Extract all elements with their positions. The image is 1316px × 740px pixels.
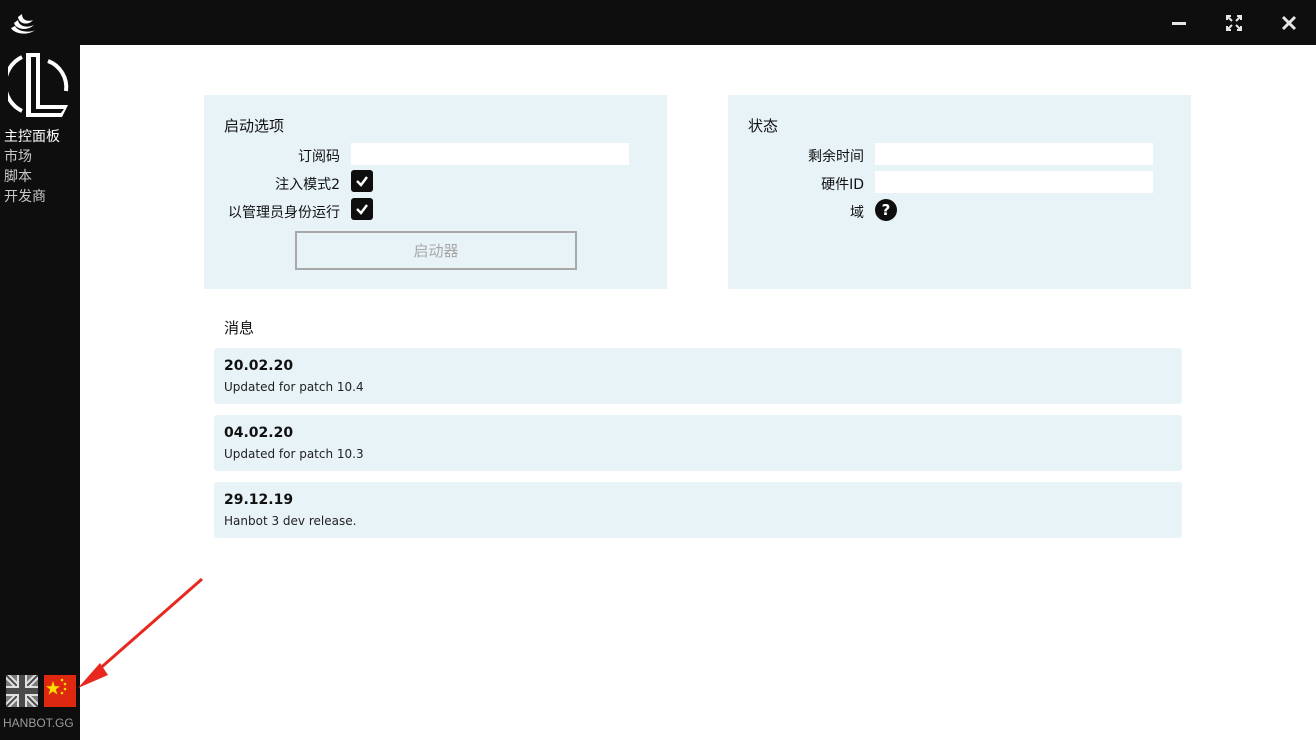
sidebar-item-dashboard[interactable]: 主控面板 [4, 127, 60, 147]
footer-brand[interactable]: HANBOT.GG [3, 716, 74, 730]
remaining-time-field [875, 143, 1153, 165]
news-title: 消息 [224, 319, 255, 337]
remaining-time-label: 剩余时间 [808, 149, 864, 165]
launch-button[interactable]: 启动器 [295, 231, 577, 270]
news-item: 29.12.19 Hanbot 3 dev release. [214, 482, 1182, 538]
domain-label: 域 [850, 205, 864, 221]
panel-title: 状态 [748, 117, 779, 135]
uk-flag-icon[interactable] [3, 672, 41, 710]
hwid-label: 硬件ID [821, 177, 864, 193]
sidebar: 主控面板 市场 脚本 开发商 HANBOT.GG [0, 45, 80, 740]
run-as-admin-label: 以管理员身份运行 [228, 205, 340, 221]
checkmark-icon [356, 204, 368, 215]
run-as-admin-checkbox[interactable] [351, 198, 373, 220]
panel-title: 启动选项 [224, 117, 285, 135]
maximize-icon [1226, 15, 1242, 31]
news-date: 29.12.19 [224, 492, 294, 508]
close-icon [1281, 15, 1297, 31]
minimize-icon [1172, 22, 1186, 25]
news-text: Updated for patch 10.3 [224, 447, 364, 461]
sidebar-item-scripts[interactable]: 脚本 [4, 167, 60, 187]
main-content: 启动选项 订阅码 注入模式2 以管理员身份运行 启动器 状态 剩余时间 硬件ID… [80, 45, 1316, 740]
news-item: 04.02.20 Updated for patch 10.3 [214, 415, 1182, 471]
league-logo-icon [3, 51, 74, 121]
hwid-field [875, 171, 1153, 193]
maximize-button[interactable] [1219, 8, 1249, 38]
minimize-button[interactable] [1164, 8, 1194, 38]
news-text: Updated for patch 10.4 [224, 380, 364, 394]
inject-mode-label: 注入模式2 [275, 177, 340, 193]
launch-options-panel: 启动选项 订阅码 注入模式2 以管理员身份运行 启动器 [204, 95, 667, 289]
sidebar-nav: 主控面板 市场 脚本 开发商 [4, 127, 60, 207]
news-item: 20.02.20 Updated for patch 10.4 [214, 348, 1182, 404]
news-text: Hanbot 3 dev release. [224, 514, 357, 528]
news-date: 04.02.20 [224, 425, 294, 441]
inject-mode-checkbox[interactable] [351, 170, 373, 192]
status-panel: 状态 剩余时间 硬件ID 域 ? [728, 95, 1191, 289]
sidebar-item-market[interactable]: 市场 [4, 147, 60, 167]
news-date: 20.02.20 [224, 358, 294, 374]
swirl-logo-icon [8, 8, 38, 38]
help-icon[interactable]: ? [875, 199, 897, 221]
sidebar-item-developers[interactable]: 开发商 [4, 187, 60, 207]
close-button[interactable] [1274, 8, 1304, 38]
subscription-input[interactable] [351, 143, 629, 165]
subscription-label: 订阅码 [298, 149, 340, 165]
china-flag-icon[interactable] [44, 675, 76, 707]
title-bar [0, 0, 1316, 45]
checkmark-icon [356, 176, 368, 187]
